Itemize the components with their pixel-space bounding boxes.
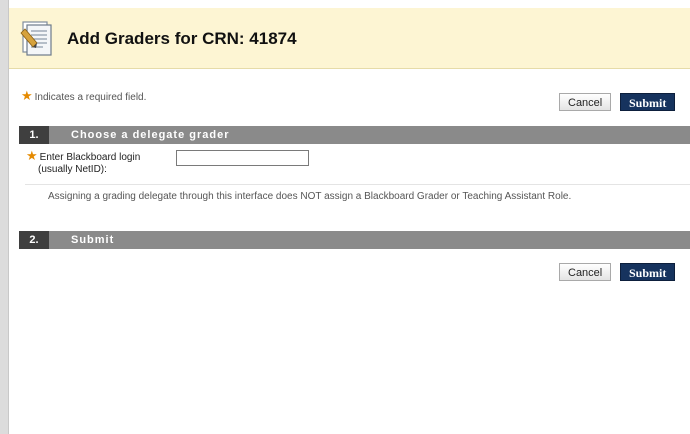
cancel-button-bottom[interactable]: Cancel — [559, 263, 612, 281]
document-pencil-icon — [19, 19, 57, 57]
required-field-note: ★ Indicates a required field. — [21, 88, 147, 103]
login-label-line2: (usually NetID): — [38, 164, 107, 175]
submit-button-top[interactable]: Submit — [620, 93, 676, 111]
section-2-title: Submit — [71, 234, 115, 246]
page: Add Graders for CRN: 41874 ★ Indicates a … — [9, 0, 690, 434]
delegate-help-text: Assigning a grading delegate through thi… — [48, 191, 572, 202]
section-1-title: Choose a delegate grader — [71, 129, 230, 141]
required-star-icon: ★ — [21, 88, 33, 103]
page-header: Add Graders for CRN: 41874 — [9, 8, 690, 69]
required-note-text: Indicates a required field. — [34, 92, 147, 103]
left-border — [0, 0, 8, 434]
login-label-line1: Enter Blackboard login — [39, 152, 141, 163]
page-title: Add Graders for CRN: 41874 — [67, 29, 297, 48]
field-divider — [25, 184, 690, 185]
section-1-header: 1. Choose a delegate grader — [19, 126, 690, 144]
section-2-header: 2. Submit — [19, 231, 690, 249]
section-2-number: 2. — [19, 231, 49, 249]
required-star-icon: ★ — [26, 148, 38, 163]
blackboard-login-input[interactable] — [176, 150, 309, 166]
cancel-button-top[interactable]: Cancel — [559, 93, 612, 111]
submit-button-bottom[interactable]: Submit — [620, 263, 676, 281]
login-field-label: ★ Enter Blackboard login (usually NetID): — [26, 148, 141, 176]
section-1-number: 1. — [19, 126, 49, 144]
